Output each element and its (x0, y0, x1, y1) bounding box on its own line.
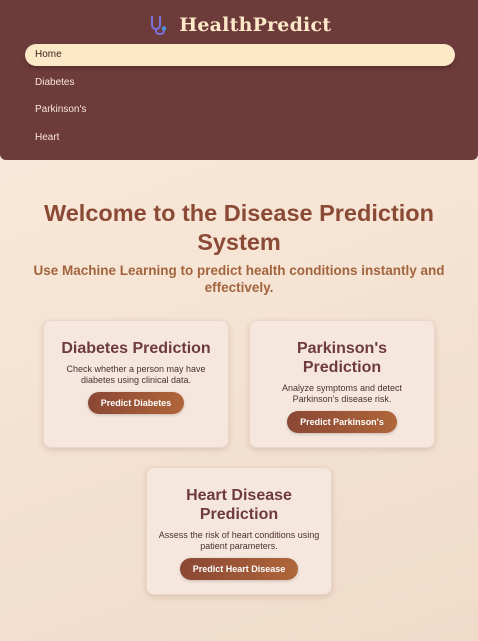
brand-name: HealthPredict (179, 14, 332, 36)
diabetes-card: Diabetes Prediction Check whether a pers… (43, 320, 229, 448)
page-title: Welcome to the Disease Prediction System (43, 200, 435, 255)
predict-diabetes-button[interactable]: Predict Diabetes (87, 392, 185, 414)
card-title: Parkinson's Prediction (296, 340, 388, 376)
card-description: Analyze symptoms and detect Parkinson's … (281, 383, 403, 404)
card-description: Check whether a person may have diabetes… (66, 364, 206, 385)
stethoscope-icon (147, 14, 169, 36)
card-title: Heart Disease Prediction (186, 487, 292, 523)
parkinsons-card: Parkinson's Prediction Analyze symptoms … (249, 320, 435, 448)
nav-item-diabetes[interactable]: Diabetes (25, 72, 455, 94)
navbar: HealthPredict Home Diabetes Parkinson's … (0, 0, 478, 160)
predict-heart-disease-button[interactable]: Predict Heart Disease (179, 558, 299, 580)
nav-item-parkinsons[interactable]: Parkinson's (25, 99, 455, 121)
nav-item-heart[interactable]: Heart (25, 127, 455, 149)
nav-menu: Home Diabetes Parkinson's Heart (25, 44, 455, 154)
hero: Welcome to the Disease Prediction System… (20, 199, 458, 296)
nav-item-home[interactable]: Home (25, 44, 455, 66)
predict-parkinsons-button[interactable]: Predict Parkinson's (287, 411, 397, 433)
page-subtitle: Use Machine Learning to predict health c… (33, 263, 445, 295)
brand[interactable]: HealthPredict (0, 14, 478, 40)
card-title: Diabetes Prediction (61, 340, 211, 357)
heart-disease-card: Heart Disease Prediction Assess the risk… (146, 467, 332, 595)
card-description: Assess the risk of heart conditions usin… (158, 530, 320, 551)
